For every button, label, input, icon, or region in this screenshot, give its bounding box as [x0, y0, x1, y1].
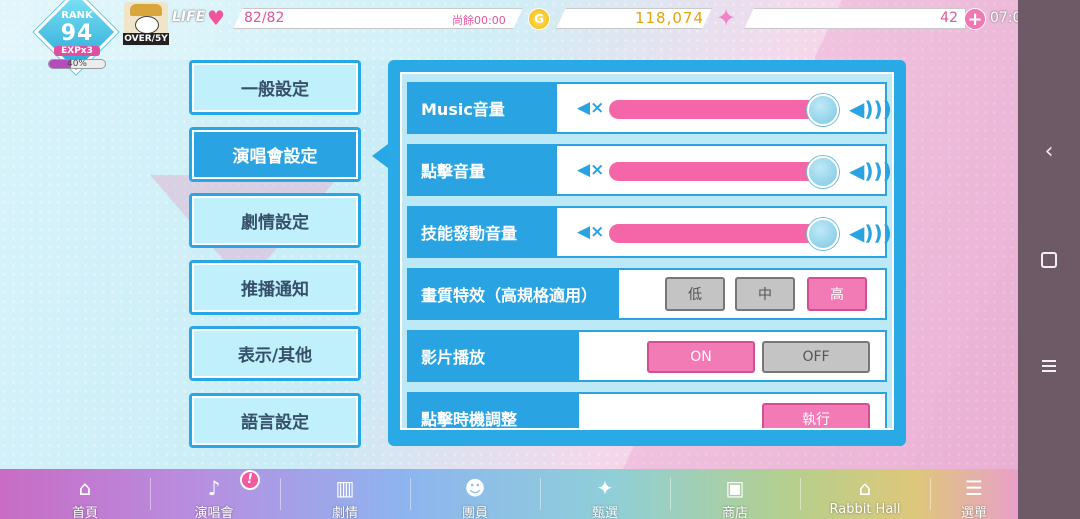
menu-list-icon: ☰ — [965, 476, 983, 500]
nav-label: 團員 — [461, 506, 488, 519]
quality-medium-button[interactable]: 中 — [735, 277, 795, 311]
tap-volume-slider[interactable] — [609, 162, 833, 181]
menu-story-settings[interactable]: 劇情設定 — [189, 193, 361, 248]
timing-row: 點擊時機調整 執行 — [407, 392, 887, 428]
nav-rabbit-hall[interactable]: ⌂ Rabbit Hall — [801, 470, 929, 519]
music-volume-knob[interactable] — [807, 94, 839, 126]
skill-volume-slider[interactable] — [609, 224, 833, 243]
quality-label: 畫質特效（高規格適用） — [409, 270, 619, 318]
life-value: 82/82 — [244, 10, 285, 26]
avatar-hat — [130, 4, 162, 16]
life-timer: 尚餘00:00 — [452, 14, 506, 27]
life-label: LIFE — [172, 9, 206, 25]
settings-panel: Music音量 ◀× ◀))) 點擊音量 ◀× ◀))) 技能發動音量 ◀× ◀… — [388, 60, 906, 446]
skill-volume-label: 技能發動音量 — [409, 208, 557, 256]
menu-live-settings[interactable]: 演唱會設定 — [189, 127, 361, 182]
nav-label: 劇情 — [331, 506, 358, 519]
settings-list[interactable]: Music音量 ◀× ◀))) 點擊音量 ◀× ◀))) 技能發動音量 ◀× ◀… — [400, 72, 894, 430]
menu-item-label: 表示/其他 — [192, 329, 358, 378]
tap-volume-knob[interactable] — [807, 156, 839, 188]
music-volume-label: Music音量 — [409, 84, 557, 132]
volume-max-icon[interactable]: ◀))) — [849, 158, 892, 184]
music-volume-row: Music音量 ◀× ◀))) — [407, 82, 892, 134]
back-icon[interactable]: ‹ — [1018, 131, 1080, 171]
menu-item-label: 一般設定 — [192, 63, 358, 112]
nav-story[interactable]: ▥ 劇情 — [281, 470, 409, 519]
book-icon: ▥ — [335, 476, 355, 500]
video-off-button[interactable]: OFF — [762, 341, 870, 373]
rank-badge: RANK 94 EXPx3 40% — [33, 0, 119, 76]
nav-home[interactable]: ⌂ 首頁 — [21, 470, 149, 519]
avatar-face — [135, 16, 159, 34]
system-nav-bar: ‹ — [1018, 0, 1080, 519]
skill-volume-row: 技能發動音量 ◀× ◀))) — [407, 206, 892, 258]
tap-volume-label: 點擊音量 — [409, 146, 557, 194]
video-row: 影片播放 ON OFF — [407, 330, 887, 382]
skill-volume-knob[interactable] — [807, 218, 839, 250]
quality-high-button[interactable]: 高 — [807, 277, 867, 311]
timing-label: 點擊時機調整 — [409, 394, 579, 428]
volume-max-icon[interactable]: ◀))) — [849, 220, 892, 246]
nav-label: 首頁 — [71, 506, 98, 519]
nav-label: 甄選 — [591, 506, 618, 519]
nav-label: 選單 — [960, 506, 987, 519]
timing-execute-button[interactable]: 執行 — [762, 403, 870, 428]
menu-item-label: 劇情設定 — [192, 196, 358, 245]
home-button-icon[interactable] — [1018, 240, 1080, 280]
rank-value: 94 — [60, 21, 94, 46]
nav-label: 商店 — [721, 506, 748, 519]
menu-item-label: 推播通知 — [192, 263, 358, 312]
coin-icon: G — [528, 8, 550, 30]
nav-menu[interactable]: ☰ 選單 — [931, 470, 1017, 519]
mute-icon[interactable]: ◀× — [577, 222, 607, 242]
heart-icon: ♥ — [207, 6, 225, 30]
recent-apps-icon[interactable] — [1018, 346, 1080, 386]
mute-icon[interactable]: ◀× — [577, 98, 607, 118]
music-volume-slider[interactable] — [609, 100, 833, 119]
exp-percent: 40% — [66, 59, 87, 69]
gacha-icon: ✦ — [596, 476, 614, 500]
live-alert-badge: ! — [240, 470, 260, 490]
nav-shop[interactable]: ▣ 商店 — [671, 470, 799, 519]
menu-display-other[interactable]: 表示/其他 — [189, 326, 361, 381]
menu-item-label: 語言設定 — [192, 396, 358, 445]
member-icon: ☻ — [464, 476, 486, 500]
video-on-button[interactable]: ON — [647, 341, 755, 373]
quality-row: 畫質特效（高規格適用） 低 中 高 — [407, 268, 887, 320]
add-gems-button[interactable]: + — [964, 8, 986, 30]
active-menu-pointer — [372, 144, 388, 168]
nav-members[interactable]: ☻ 團員 — [411, 470, 539, 519]
mute-icon[interactable]: ◀× — [577, 160, 607, 180]
exp-multiplier: EXPx3 — [54, 46, 100, 56]
rabbit-hall-icon: ⌂ — [858, 476, 872, 500]
shop-icon: ▣ — [725, 476, 745, 500]
tap-volume-row: 點擊音量 ◀× ◀))) — [407, 144, 892, 196]
nav-gacha[interactable]: ✦ 甄選 — [541, 470, 669, 519]
menu-language-settings[interactable]: 語言設定 — [189, 393, 361, 448]
video-label: 影片播放 — [409, 332, 579, 380]
menu-general-settings[interactable]: 一般設定 — [189, 60, 361, 115]
sparkle-icon: ✦ — [716, 4, 737, 32]
avatar-caption: OVER/5Y — [123, 33, 169, 45]
home-icon: ⌂ — [78, 476, 92, 500]
menu-push-notifications[interactable]: 推播通知 — [189, 260, 361, 315]
volume-max-icon[interactable]: ◀))) — [849, 96, 892, 122]
quality-low-button[interactable]: 低 — [665, 277, 725, 311]
rank-label: RANK — [61, 10, 93, 21]
nav-label: 演唱會 — [194, 506, 234, 519]
gem-value: 42 — [940, 10, 958, 26]
coin-value: 118,074 — [634, 9, 704, 27]
music-note-icon: ♪ — [207, 476, 221, 500]
menu-item-label: 演唱會設定 — [192, 130, 358, 179]
nav-label: Rabbit Hall — [829, 502, 901, 517]
